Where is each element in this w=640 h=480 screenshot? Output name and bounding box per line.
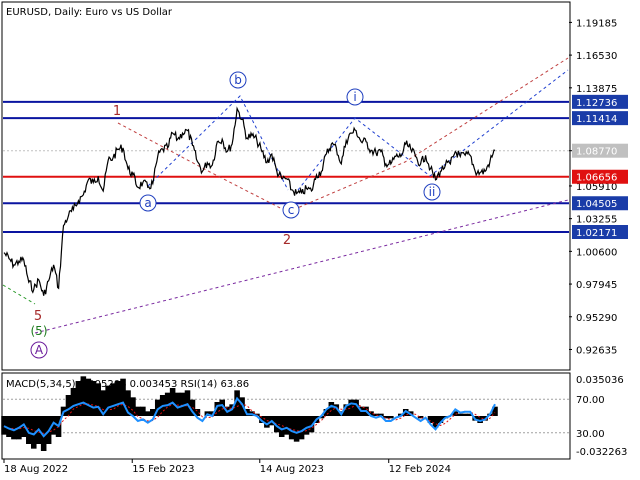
indicator-y-tick-label: -0.032263 bbox=[576, 447, 627, 458]
macd-histogram-bar bbox=[293, 416, 300, 442]
y-tick-label: 1.13875 bbox=[576, 84, 617, 95]
wave-label: 5 bbox=[34, 309, 42, 324]
wave-label: b bbox=[234, 73, 242, 87]
x-tick-label: 15 Feb 2023 bbox=[132, 464, 194, 475]
x-tick-label: 12 Feb 2024 bbox=[389, 464, 451, 475]
macd-histogram-bar bbox=[348, 399, 354, 416]
x-tick-label: 14 Aug 2023 bbox=[260, 464, 324, 475]
y-tick-label: 0.95290 bbox=[576, 313, 617, 324]
price-level-box-label: 1.11414 bbox=[576, 114, 617, 125]
x-tick-label: 18 Aug 2022 bbox=[4, 464, 68, 475]
macd-histogram-bar bbox=[90, 381, 97, 416]
wave-label: (5) bbox=[31, 324, 48, 338]
price-series-line bbox=[3, 106, 496, 296]
current-price-box-label: 1.08770 bbox=[576, 147, 617, 158]
wave-label: c bbox=[288, 203, 295, 217]
macd-histogram-bar bbox=[1, 416, 7, 435]
y-tick-label: 0.97945 bbox=[576, 280, 617, 291]
macd-histogram-bar bbox=[388, 416, 394, 419]
macd-histogram-bar bbox=[140, 406, 146, 416]
price-level-box-label: 1.06656 bbox=[576, 173, 617, 184]
y-tick-label: 0.92635 bbox=[576, 345, 617, 356]
wave-label: 2 bbox=[283, 233, 291, 248]
macd-histogram-bar bbox=[115, 381, 121, 416]
indicator-plot-layer bbox=[1, 376, 569, 451]
main-plot-layer: 125(5)Aabciii bbox=[2, 57, 569, 359]
macd-histogram-bar bbox=[145, 411, 151, 416]
y-tick-label: 1.00600 bbox=[576, 247, 617, 258]
macd-histogram-bar bbox=[110, 383, 116, 416]
y-tick-label: 1.03255 bbox=[576, 215, 617, 226]
indicator-y-tick-label: 30.00 bbox=[576, 429, 605, 440]
wave-label: ii bbox=[429, 185, 436, 199]
wave-label: 1 bbox=[113, 104, 121, 119]
macd-histogram-bar bbox=[462, 413, 469, 416]
macd-histogram-bar bbox=[303, 416, 310, 435]
price-level-box-label: 1.02171 bbox=[576, 228, 617, 239]
wave-label: a bbox=[144, 196, 151, 210]
wave-label: A bbox=[35, 343, 44, 357]
macd-histogram-bar bbox=[135, 406, 141, 416]
wave-label: i bbox=[353, 90, 356, 104]
macd-histogram-bar bbox=[264, 416, 270, 428]
chart-title: EURUSD, Daily: Euro vs US Dollar bbox=[6, 7, 173, 18]
indicator-y-tick-label: 0.035036 bbox=[576, 375, 624, 386]
macd-histogram-bar bbox=[75, 381, 82, 416]
macd-histogram-bar bbox=[288, 416, 295, 440]
macd-histogram-bar bbox=[298, 416, 305, 440]
indicator-title: MACD(5,34,5) 0.005204 0.003453 RSI(14) 6… bbox=[6, 379, 249, 390]
macd-histogram-bar bbox=[457, 413, 464, 416]
eurusd-chart: EURUSD, Daily: Euro vs US Dollar MACD(5,… bbox=[1, 1, 628, 475]
macd-histogram-bar bbox=[11, 416, 17, 440]
y-tick-label: 1.19185 bbox=[576, 18, 617, 29]
macd-histogram-bar bbox=[85, 378, 92, 416]
macd-histogram-bar bbox=[120, 378, 126, 416]
y-tick-label: 1.16530 bbox=[576, 51, 617, 62]
trend-line-purple bbox=[34, 199, 569, 334]
trend-line-green bbox=[2, 284, 36, 305]
macd-histogram-bar bbox=[80, 376, 87, 416]
macd-histogram-bar bbox=[283, 416, 290, 435]
price-level-box-label: 1.04505 bbox=[576, 199, 617, 210]
price-level-box-label: 1.12736 bbox=[576, 98, 617, 109]
indicator-y-tick-label: 70.00 bbox=[576, 395, 605, 406]
